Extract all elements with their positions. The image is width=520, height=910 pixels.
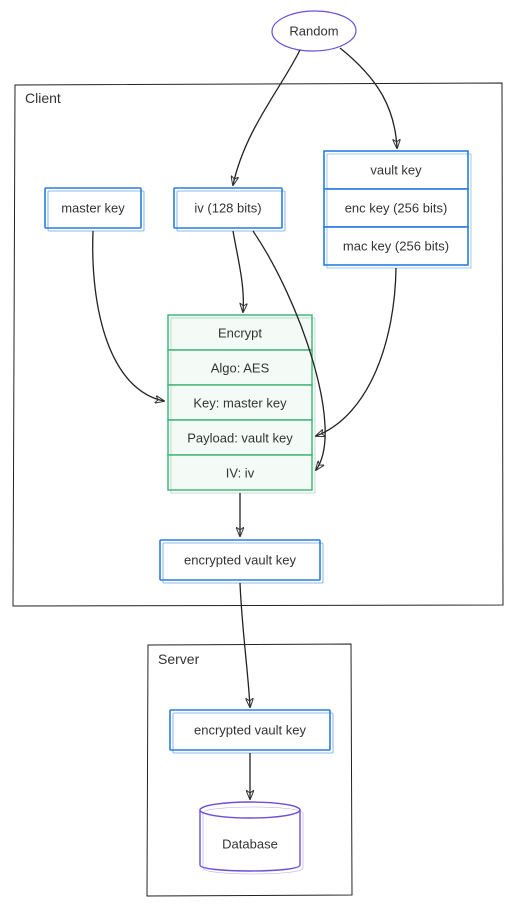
- random-node: Random: [272, 10, 357, 51]
- database-label: Database: [222, 836, 278, 851]
- arrow-iv-to-encrypt: [233, 231, 243, 312]
- key-row-label: Key: master key: [193, 395, 287, 410]
- payload-row-label: Payload: vault key: [187, 430, 293, 445]
- encrypt-node: Encrypt Algo: AES Key: master key Payloa…: [168, 315, 315, 493]
- enc-key-label: enc key (256 bits): [345, 200, 448, 215]
- client-label: Client: [25, 90, 61, 106]
- master-key-label: master key: [61, 200, 125, 215]
- encrypted-vault-key-client-node: encrypted vault key: [160, 540, 323, 583]
- encrypt-label: Encrypt: [218, 325, 262, 340]
- mac-key-label: mac key (256 bits): [343, 238, 449, 253]
- arrow-masterkey-to-keyrow: [93, 231, 164, 401]
- iv-label: iv (128 bits): [194, 200, 261, 215]
- random-label: Random: [289, 23, 338, 38]
- encrypted-vault-key-server-node: encrypted vault key: [170, 710, 333, 753]
- arrow-random-to-vaultkey: [340, 48, 397, 148]
- arrow-vaultkey-to-payload: [316, 268, 396, 436]
- iv-row-label: IV: iv: [226, 465, 255, 480]
- encrypted-vault-key-client-label: encrypted vault key: [184, 552, 297, 567]
- database-node: Database: [200, 802, 303, 874]
- encrypted-vault-key-server-label: encrypted vault key: [194, 722, 307, 737]
- algo-label: Algo: AES: [211, 360, 270, 375]
- vault-key-header-label: vault key: [370, 162, 422, 177]
- arrow-random-to-iv: [233, 50, 300, 185]
- master-key-node: master key: [45, 188, 144, 231]
- server-label: Server: [158, 651, 200, 667]
- iv-node: iv (128 bits): [174, 188, 285, 231]
- vault-key-node: vault key enc key (256 bits) mac key (25…: [324, 151, 471, 268]
